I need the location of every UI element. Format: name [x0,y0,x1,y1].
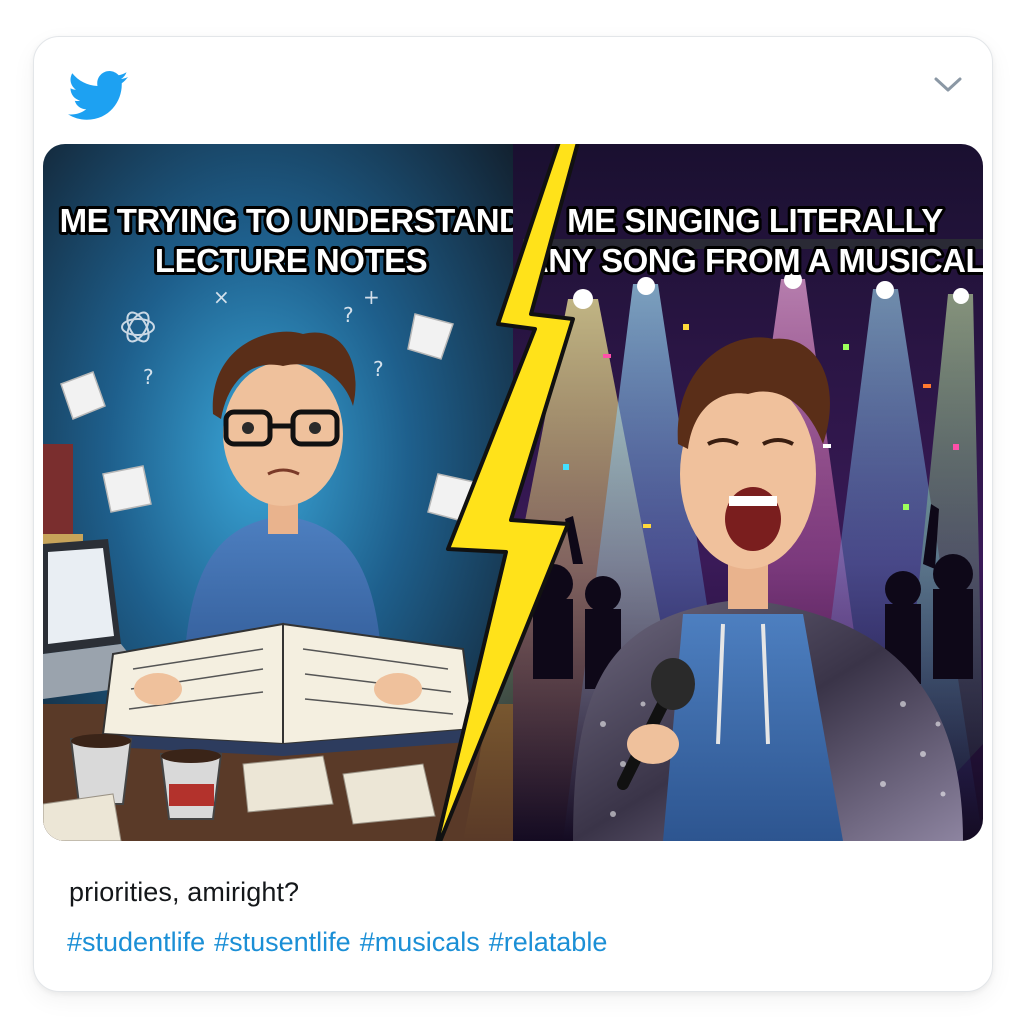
meme-image[interactable]: ? ? ? × + ME TRYING TO UNDERSTAND LECTUR… [43,144,983,841]
left-panel: ? ? ? × + ME TRYING TO UNDERSTAND LECTUR… [43,144,526,841]
tweet-text: priorities, amiright? [69,877,300,907]
left-panel-caption-line1: ME TRYING TO UNDERSTAND [60,202,523,239]
twitter-bird-icon [68,71,128,120]
tweet-card: ? ? ? × + ME TRYING TO UNDERSTAND LECTUR… [33,36,993,992]
svg-text:×: × [213,285,230,309]
svg-text:?: ? [373,357,384,381]
hashtag-link[interactable]: #studentlife [67,927,205,958]
right-panel-caption-line2: ANY SONG FROM A MUSICAL [525,242,983,279]
svg-text:?: ? [143,365,154,389]
hashtag-list: #studentlife #stusentlife #musicals #rel… [67,927,607,958]
chevron-down-icon[interactable] [932,73,964,97]
hashtag-link[interactable]: #stusentlife [214,927,351,958]
svg-text:?: ? [343,303,354,327]
right-panel-caption-line1: ME SINGING LITERALLY [567,202,943,239]
left-panel-caption-line2: LECTURE NOTES [155,242,427,279]
hashtag-link[interactable]: #musicals [360,927,480,958]
hashtag-link[interactable]: #relatable [489,927,608,958]
svg-text:+: + [363,285,380,309]
